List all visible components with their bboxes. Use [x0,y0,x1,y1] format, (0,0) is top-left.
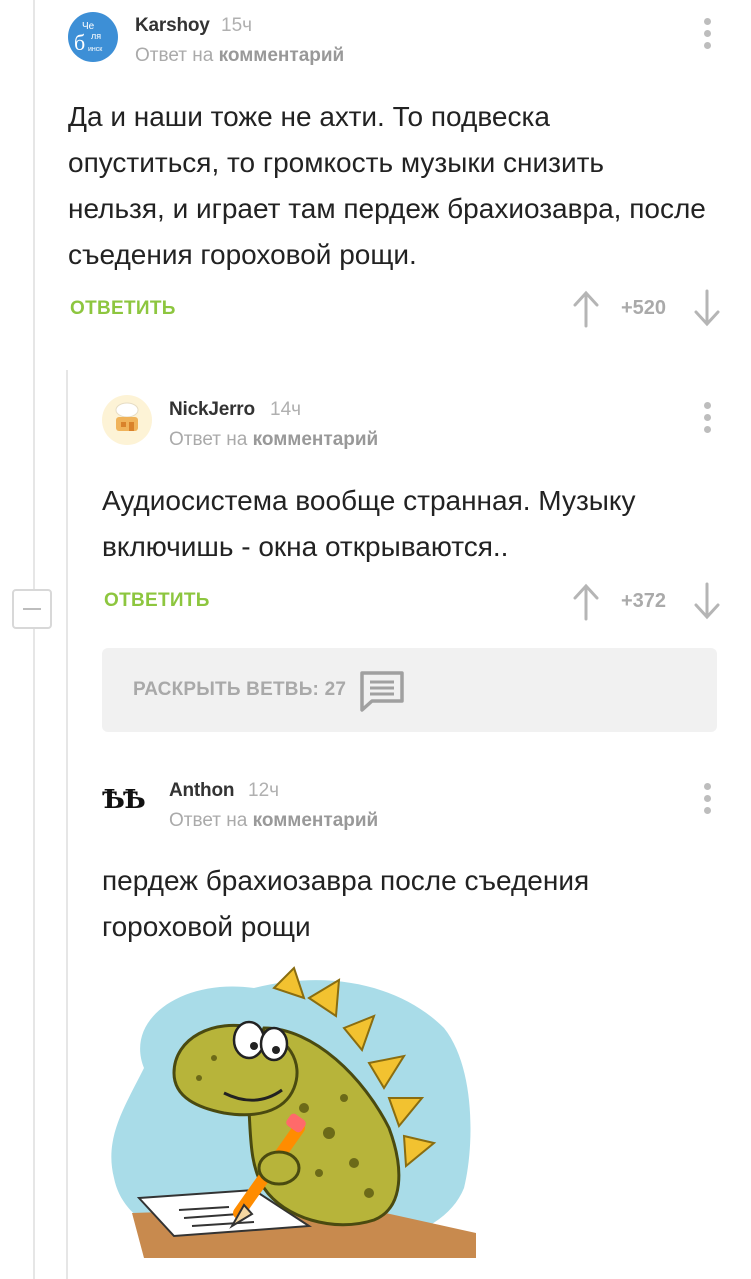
comment-time: 12ч [248,780,280,801]
avatar-glyph: ѢѢ [102,785,146,815]
rating-value: +372 [621,590,667,612]
reply-prefix: Ответ на [169,810,248,831]
more-vertical-icon[interactable] [697,778,717,818]
chef-avatar-icon [115,402,139,431]
author-name[interactable]: Karshoy [135,15,210,37]
author-name[interactable]: NickJerro [169,399,255,421]
arrow-up-icon[interactable] [571,288,601,328]
thread-line-root [33,0,35,1279]
dinosaur-writing-image[interactable] [104,958,476,1258]
svg-text:б: б [74,30,85,55]
svg-text:ля: ля [91,31,101,41]
comment-time: 15ч [221,15,253,36]
svg-text:инск: инск [88,46,103,53]
expand-branch-label: РАСКРЫТЬ ВЕТВЬ: 27 [133,679,347,700]
reply-prefix: Ответ на [135,45,214,66]
comment-text: Да и наши тоже не ахти. То подвеска опус… [68,101,706,270]
arrow-up-icon[interactable] [571,581,601,621]
avatar[interactable]: Че ля б инск [68,12,118,62]
collapse-thread-button[interactable] [12,589,52,629]
reply-to-link[interactable]: Ответ на комментарий [169,429,378,451]
expand-branch-button[interactable]: РАСКРЫТЬ ВЕТВЬ: 27 [102,648,717,732]
thread-line-nested [66,370,68,1279]
more-vertical-icon[interactable] [697,397,717,437]
more-vertical-icon[interactable] [697,13,717,53]
author-name[interactable]: Anthon [169,780,234,802]
reply-button[interactable]: ОТВЕТИТЬ [104,590,210,612]
rating-value: +520 [621,297,667,319]
arrow-down-icon[interactable] [692,289,722,329]
comment-time: 14ч [270,399,302,420]
arrow-down-icon[interactable] [692,582,722,622]
comment-text: Аудиосистема вообще странная. Музыку вкл… [102,485,636,562]
reply-button[interactable]: ОТВЕТИТЬ [70,298,176,320]
reply-target[interactable]: комментарий [219,45,345,66]
comment-text: пердеж брахиозавра после съедения горохо… [102,865,590,942]
reply-prefix: Ответ на [169,429,248,450]
reply-target[interactable]: комментарий [253,810,379,831]
comments-icon [360,671,404,712]
reply-target[interactable]: комментарий [253,429,379,450]
chelyabinsk-logo-icon: Че ля б инск [74,21,103,55]
reply-to-link[interactable]: Ответ на комментарий [135,45,344,67]
avatar[interactable] [102,395,152,445]
minus-icon [23,608,41,610]
reply-to-link[interactable]: Ответ на комментарий [169,810,378,832]
avatar[interactable]: ѢѢ [102,775,152,825]
